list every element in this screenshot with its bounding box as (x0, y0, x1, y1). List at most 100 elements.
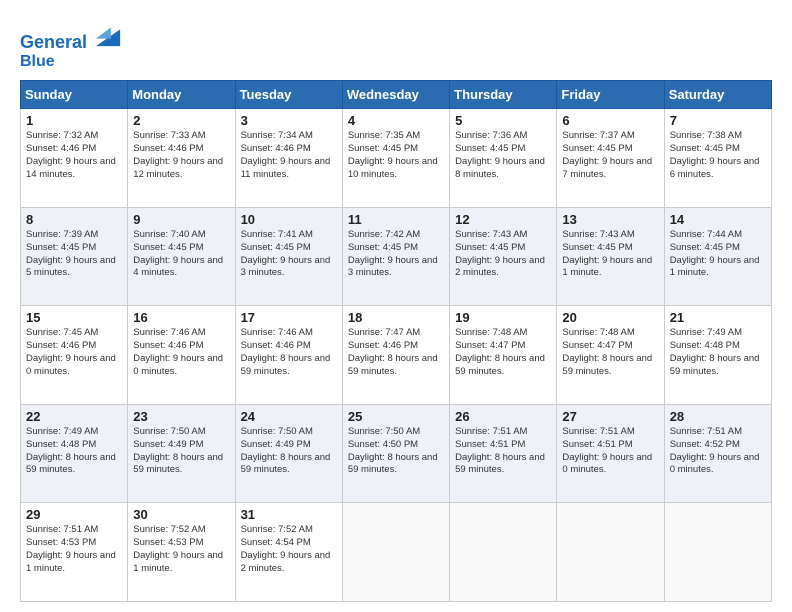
day-info: Sunrise: 7:51 AM Sunset: 4:53 PM Dayligh… (26, 524, 122, 575)
calendar-cell (557, 503, 664, 602)
calendar-cell: 10 Sunrise: 7:41 AM Sunset: 4:45 PM Dayl… (235, 207, 342, 306)
calendar-header-wednesday: Wednesday (342, 81, 449, 109)
logo-icon (94, 20, 122, 48)
day-number: 17 (241, 310, 337, 325)
calendar-header-thursday: Thursday (450, 81, 557, 109)
calendar-cell: 7 Sunrise: 7:38 AM Sunset: 4:45 PM Dayli… (664, 109, 771, 208)
calendar-cell: 23 Sunrise: 7:50 AM Sunset: 4:49 PM Dayl… (128, 404, 235, 503)
calendar-cell: 2 Sunrise: 7:33 AM Sunset: 4:46 PM Dayli… (128, 109, 235, 208)
calendar-cell: 25 Sunrise: 7:50 AM Sunset: 4:50 PM Dayl… (342, 404, 449, 503)
calendar-week-4: 29 Sunrise: 7:51 AM Sunset: 4:53 PM Dayl… (21, 503, 772, 602)
day-number: 13 (562, 212, 658, 227)
calendar-cell: 27 Sunrise: 7:51 AM Sunset: 4:51 PM Dayl… (557, 404, 664, 503)
day-info: Sunrise: 7:32 AM Sunset: 4:46 PM Dayligh… (26, 130, 122, 181)
day-info: Sunrise: 7:43 AM Sunset: 4:45 PM Dayligh… (562, 229, 658, 280)
calendar-cell: 5 Sunrise: 7:36 AM Sunset: 4:45 PM Dayli… (450, 109, 557, 208)
calendar-cell (664, 503, 771, 602)
day-info: Sunrise: 7:52 AM Sunset: 4:53 PM Dayligh… (133, 524, 229, 575)
day-number: 30 (133, 507, 229, 522)
logo-blue: Blue (20, 53, 122, 71)
calendar-cell: 26 Sunrise: 7:51 AM Sunset: 4:51 PM Dayl… (450, 404, 557, 503)
calendar-cell: 4 Sunrise: 7:35 AM Sunset: 4:45 PM Dayli… (342, 109, 449, 208)
calendar-cell: 28 Sunrise: 7:51 AM Sunset: 4:52 PM Dayl… (664, 404, 771, 503)
page: General Blue SundayMondayTuesdayWednesda… (0, 0, 792, 612)
day-info: Sunrise: 7:50 AM Sunset: 4:49 PM Dayligh… (133, 426, 229, 477)
calendar-header-monday: Monday (128, 81, 235, 109)
calendar-week-2: 15 Sunrise: 7:45 AM Sunset: 4:46 PM Dayl… (21, 306, 772, 405)
day-info: Sunrise: 7:33 AM Sunset: 4:46 PM Dayligh… (133, 130, 229, 181)
day-number: 16 (133, 310, 229, 325)
calendar-cell: 17 Sunrise: 7:46 AM Sunset: 4:46 PM Dayl… (235, 306, 342, 405)
day-number: 29 (26, 507, 122, 522)
header: General Blue (20, 16, 772, 70)
day-info: Sunrise: 7:49 AM Sunset: 4:48 PM Dayligh… (26, 426, 122, 477)
calendar-header-sunday: Sunday (21, 81, 128, 109)
day-info: Sunrise: 7:52 AM Sunset: 4:54 PM Dayligh… (241, 524, 337, 575)
day-info: Sunrise: 7:43 AM Sunset: 4:45 PM Dayligh… (455, 229, 551, 280)
day-number: 24 (241, 409, 337, 424)
day-number: 27 (562, 409, 658, 424)
day-info: Sunrise: 7:44 AM Sunset: 4:45 PM Dayligh… (670, 229, 766, 280)
day-number: 20 (562, 310, 658, 325)
calendar-cell: 11 Sunrise: 7:42 AM Sunset: 4:45 PM Dayl… (342, 207, 449, 306)
day-number: 6 (562, 113, 658, 128)
logo-general: General (20, 32, 87, 52)
calendar-cell (342, 503, 449, 602)
calendar-cell: 6 Sunrise: 7:37 AM Sunset: 4:45 PM Dayli… (557, 109, 664, 208)
day-info: Sunrise: 7:50 AM Sunset: 4:49 PM Dayligh… (241, 426, 337, 477)
calendar-table: SundayMondayTuesdayWednesdayThursdayFrid… (20, 80, 772, 602)
day-number: 4 (348, 113, 444, 128)
day-number: 14 (670, 212, 766, 227)
day-info: Sunrise: 7:51 AM Sunset: 4:51 PM Dayligh… (562, 426, 658, 477)
day-number: 11 (348, 212, 444, 227)
day-info: Sunrise: 7:49 AM Sunset: 4:48 PM Dayligh… (670, 327, 766, 378)
day-number: 25 (348, 409, 444, 424)
calendar-cell: 22 Sunrise: 7:49 AM Sunset: 4:48 PM Dayl… (21, 404, 128, 503)
day-number: 15 (26, 310, 122, 325)
day-number: 8 (26, 212, 122, 227)
day-info: Sunrise: 7:50 AM Sunset: 4:50 PM Dayligh… (348, 426, 444, 477)
day-info: Sunrise: 7:45 AM Sunset: 4:46 PM Dayligh… (26, 327, 122, 378)
logo: General Blue (20, 20, 122, 70)
calendar-header-tuesday: Tuesday (235, 81, 342, 109)
calendar-cell: 21 Sunrise: 7:49 AM Sunset: 4:48 PM Dayl… (664, 306, 771, 405)
day-number: 26 (455, 409, 551, 424)
calendar-cell: 14 Sunrise: 7:44 AM Sunset: 4:45 PM Dayl… (664, 207, 771, 306)
calendar-cell: 31 Sunrise: 7:52 AM Sunset: 4:54 PM Dayl… (235, 503, 342, 602)
calendar-week-0: 1 Sunrise: 7:32 AM Sunset: 4:46 PM Dayli… (21, 109, 772, 208)
calendar-cell: 1 Sunrise: 7:32 AM Sunset: 4:46 PM Dayli… (21, 109, 128, 208)
calendar-cell: 15 Sunrise: 7:45 AM Sunset: 4:46 PM Dayl… (21, 306, 128, 405)
calendar-cell: 12 Sunrise: 7:43 AM Sunset: 4:45 PM Dayl… (450, 207, 557, 306)
day-info: Sunrise: 7:40 AM Sunset: 4:45 PM Dayligh… (133, 229, 229, 280)
day-info: Sunrise: 7:34 AM Sunset: 4:46 PM Dayligh… (241, 130, 337, 181)
day-info: Sunrise: 7:46 AM Sunset: 4:46 PM Dayligh… (133, 327, 229, 378)
day-number: 19 (455, 310, 551, 325)
calendar-week-3: 22 Sunrise: 7:49 AM Sunset: 4:48 PM Dayl… (21, 404, 772, 503)
day-info: Sunrise: 7:38 AM Sunset: 4:45 PM Dayligh… (670, 130, 766, 181)
calendar-header-saturday: Saturday (664, 81, 771, 109)
day-number: 10 (241, 212, 337, 227)
day-number: 7 (670, 113, 766, 128)
calendar-cell: 20 Sunrise: 7:48 AM Sunset: 4:47 PM Dayl… (557, 306, 664, 405)
calendar-cell: 3 Sunrise: 7:34 AM Sunset: 4:46 PM Dayli… (235, 109, 342, 208)
calendar-cell: 19 Sunrise: 7:48 AM Sunset: 4:47 PM Dayl… (450, 306, 557, 405)
day-info: Sunrise: 7:35 AM Sunset: 4:45 PM Dayligh… (348, 130, 444, 181)
day-number: 31 (241, 507, 337, 522)
day-info: Sunrise: 7:37 AM Sunset: 4:45 PM Dayligh… (562, 130, 658, 181)
day-info: Sunrise: 7:39 AM Sunset: 4:45 PM Dayligh… (26, 229, 122, 280)
logo-text: General (20, 20, 122, 53)
calendar-cell (450, 503, 557, 602)
day-info: Sunrise: 7:51 AM Sunset: 4:51 PM Dayligh… (455, 426, 551, 477)
day-number: 3 (241, 113, 337, 128)
day-info: Sunrise: 7:48 AM Sunset: 4:47 PM Dayligh… (562, 327, 658, 378)
day-info: Sunrise: 7:41 AM Sunset: 4:45 PM Dayligh… (241, 229, 337, 280)
calendar-cell: 16 Sunrise: 7:46 AM Sunset: 4:46 PM Dayl… (128, 306, 235, 405)
day-info: Sunrise: 7:46 AM Sunset: 4:46 PM Dayligh… (241, 327, 337, 378)
calendar-cell: 9 Sunrise: 7:40 AM Sunset: 4:45 PM Dayli… (128, 207, 235, 306)
day-number: 12 (455, 212, 551, 227)
calendar-cell: 24 Sunrise: 7:50 AM Sunset: 4:49 PM Dayl… (235, 404, 342, 503)
calendar-cell: 18 Sunrise: 7:47 AM Sunset: 4:46 PM Dayl… (342, 306, 449, 405)
day-info: Sunrise: 7:36 AM Sunset: 4:45 PM Dayligh… (455, 130, 551, 181)
day-info: Sunrise: 7:48 AM Sunset: 4:47 PM Dayligh… (455, 327, 551, 378)
day-number: 9 (133, 212, 229, 227)
